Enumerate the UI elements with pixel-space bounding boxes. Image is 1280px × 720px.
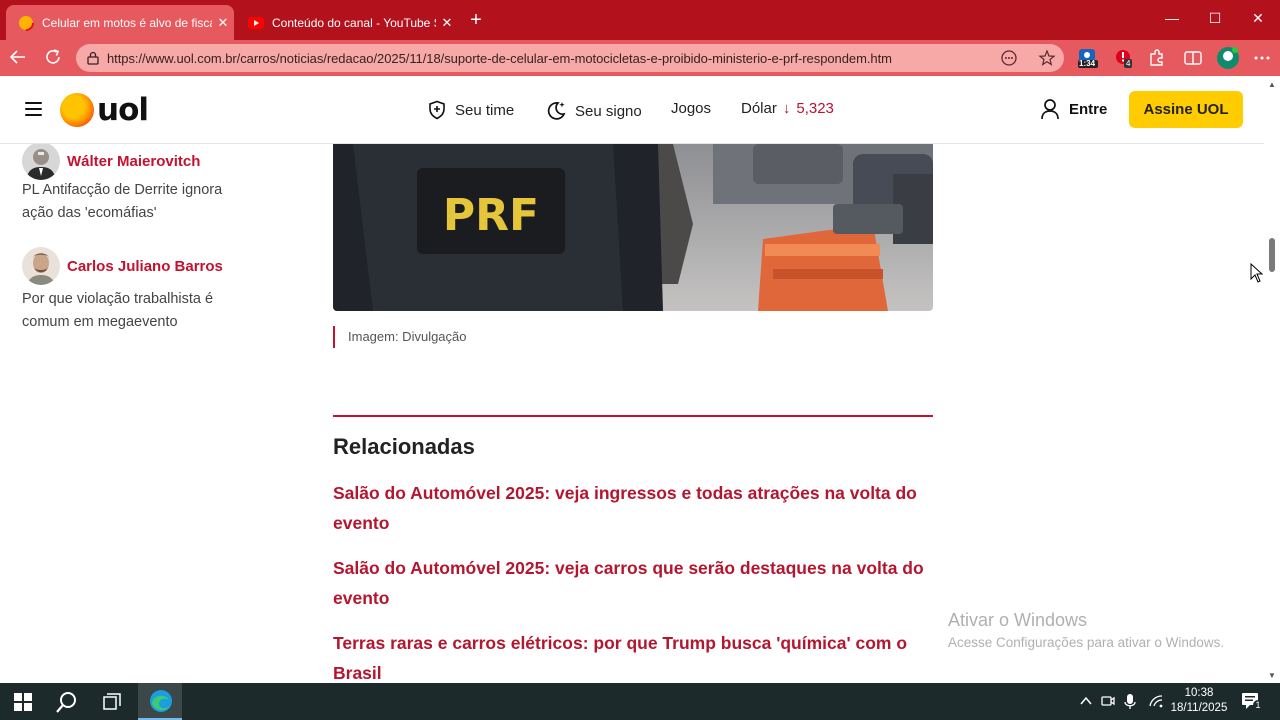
article-image: PRF (333, 144, 933, 311)
tab-close-icon[interactable]: ✕ (436, 15, 458, 31)
youtube-favicon-icon (248, 15, 264, 31)
nav-jogos[interactable]: Jogos (671, 100, 711, 117)
columnist-item[interactable]: Carlos Juliano Barros (22, 247, 223, 285)
login-button[interactable]: Entre (1040, 98, 1107, 120)
windows-start-icon[interactable] (12, 691, 34, 713)
profile-avatar-icon[interactable] (1216, 46, 1240, 70)
clock-time: 10:38 (1184, 687, 1214, 699)
back-arrow-icon (9, 50, 25, 64)
tab-uol-article[interactable]: Celular em motos é alvo de fiscali ✕ (6, 5, 234, 40)
tab-youtube-studio[interactable]: Conteúdo do canal - YouTube Stu ✕ (236, 5, 458, 40)
tab-title: Conteúdo do canal - YouTube Stu (272, 15, 436, 30)
columnist-headline[interactable]: PL Antifacção de Derrite ignora ação das… (22, 179, 252, 225)
watermark-title: Ativar o Windows (948, 610, 1088, 630)
split-screen-icon[interactable] (1183, 48, 1203, 68)
meet-now-icon[interactable] (1101, 694, 1115, 711)
dolar-down-arrow-icon: ↓ (782, 100, 791, 117)
shield-icon (429, 100, 445, 120)
subscribe-button[interactable]: Assine UOL (1129, 91, 1243, 128)
related-section-title: Relacionadas (333, 434, 475, 459)
page-viewport: uol Seu time Seu signo Jogos Dólar ↓ 5,3… (0, 76, 1280, 683)
minimize-button[interactable]: — (1152, 10, 1192, 26)
favorite-star-icon[interactable] (1038, 49, 1056, 67)
search-icon[interactable] (56, 691, 78, 713)
columnist-name[interactable]: Wálter Maierovitch (67, 153, 200, 170)
reload-icon (46, 49, 60, 64)
extension-adblock-badge: 4 (1124, 59, 1133, 68)
extension-adblock-icon[interactable]: 4 (1114, 48, 1134, 68)
menu-hamburger-icon[interactable] (25, 102, 42, 116)
mouse-cursor-icon (1250, 263, 1264, 283)
clock-date: 18/11/2025 (1170, 702, 1228, 714)
nav-seu-time-label: Seu time (455, 101, 515, 119)
reload-button[interactable] (43, 48, 63, 68)
site-header: uol Seu time Seu signo Jogos Dólar ↓ 5,3… (0, 76, 1264, 144)
dolar-label: Dólar (741, 100, 777, 117)
close-window-button[interactable]: ✕ (1238, 10, 1278, 27)
notification-center-icon[interactable]: 1 (1241, 692, 1263, 713)
page-scrollbar[interactable]: ▲ ▼ (1264, 76, 1280, 683)
section-divider (333, 415, 933, 417)
related-link[interactable]: Salão do Automóvel 2025: veja carros que… (333, 553, 938, 613)
extensions-puzzle-icon[interactable] (1147, 48, 1167, 68)
prf-patch-text: PRF (443, 190, 539, 241)
columnist-headline[interactable]: Por que violação trabalhista é comum em … (22, 288, 252, 334)
nav-jogos-label: Jogos (671, 100, 712, 117)
uol-logo-text: uol (97, 92, 149, 128)
scroll-down-icon[interactable]: ▼ (1268, 671, 1276, 680)
columnist-item[interactable]: Wálter Maierovitch (22, 142, 200, 180)
lock-icon (87, 51, 99, 65)
scroll-up-icon[interactable]: ▲ (1268, 80, 1276, 89)
windows-activation-watermark: Ativar o Windows Acesse Configurações pa… (948, 610, 1224, 650)
scrollbar-thumb[interactable] (1269, 238, 1275, 272)
uol-favicon-icon (18, 14, 34, 31)
avatar (22, 142, 60, 180)
user-icon (1041, 99, 1059, 120)
notification-count: 1 (1253, 700, 1263, 710)
related-link[interactable]: Salão do Automóvel 2025: veja ingressos … (333, 478, 938, 538)
microphone-icon[interactable] (1124, 694, 1136, 713)
uol-logo[interactable]: uol (60, 92, 149, 128)
wifi-icon[interactable] (1148, 694, 1164, 711)
login-label: Entre (1069, 100, 1108, 118)
dolar-value: 5,323 (796, 100, 834, 117)
moon-star-icon (547, 102, 566, 120)
uol-logo-sun-icon (60, 93, 94, 127)
reader-mode-icon[interactable] (1000, 49, 1018, 67)
new-tab-button[interactable]: + (466, 10, 486, 30)
image-caption: Imagem: Divulgação (333, 326, 467, 348)
columnist-name[interactable]: Carlos Juliano Barros (67, 258, 223, 275)
nav-seu-signo-label: Seu signo (575, 102, 642, 120)
maximize-button[interactable]: ☐ (1195, 10, 1235, 27)
browser-titlebar: Celular em motos é alvo de fiscali ✕ Con… (0, 0, 1280, 40)
url-text: https://www.uol.com.br/carros/noticias/r… (107, 51, 892, 66)
windows-taskbar: 10:38 18/11/2025 1 (0, 683, 1280, 720)
tab-close-icon[interactable]: ✕ (212, 15, 234, 31)
more-menu-icon[interactable] (1252, 48, 1272, 68)
extension-timer-badge: 1:34 (1079, 59, 1096, 68)
system-clock[interactable]: 10:38 18/11/2025 (1166, 686, 1232, 716)
edge-browser-icon[interactable] (149, 689, 173, 713)
back-button[interactable] (8, 48, 28, 68)
avatar (22, 247, 60, 285)
tab-title: Celular em motos é alvo de fiscali (42, 15, 212, 30)
address-bar[interactable]: https://www.uol.com.br/carros/noticias/r… (76, 44, 1064, 72)
watermark-subtitle: Acesse Configurações para ativar o Windo… (948, 635, 1225, 650)
tray-overflow-chevron-icon[interactable] (1079, 694, 1093, 711)
browser-toolbar: https://www.uol.com.br/carros/noticias/r… (0, 40, 1280, 76)
related-link[interactable]: Terras raras e carros elétricos: por que… (333, 628, 938, 683)
nav-seu-signo[interactable]: Seu signo (545, 100, 642, 122)
extension-timer-icon[interactable]: 1:34 (1078, 48, 1098, 68)
nav-dolar[interactable]: Dólar ↓ 5,323 (741, 100, 834, 117)
task-view-icon[interactable] (101, 691, 123, 713)
nav-seu-time[interactable]: Seu time (427, 100, 514, 120)
